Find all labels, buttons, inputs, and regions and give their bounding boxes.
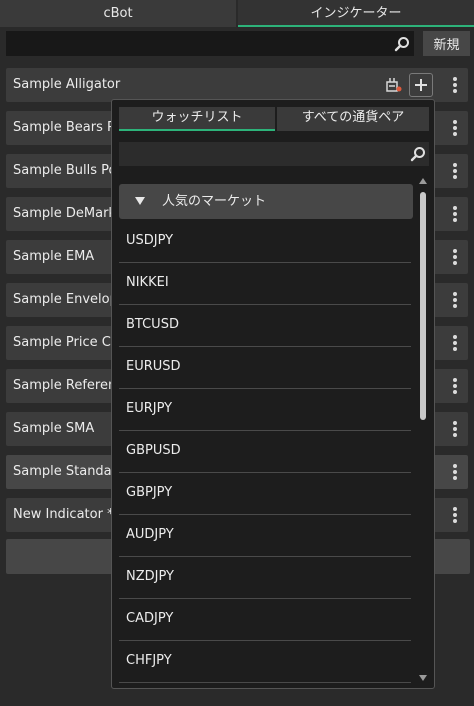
indicator-label: Sample Price Ch (13, 335, 120, 350)
symbol-label: USDJPY (126, 233, 174, 248)
top-tabs: cBot インジケーター (0, 0, 474, 27)
symbol-label: GBPUSD (126, 443, 181, 458)
symbol-label: CHFJPY (126, 653, 172, 668)
search-icon[interactable] (394, 36, 410, 52)
more-vert-icon[interactable] (451, 378, 459, 394)
tab-indicators[interactable]: インジケーター (238, 0, 474, 27)
symbol-row[interactable]: AUDJPY (119, 515, 411, 557)
indicator-label: New Indicator * (13, 507, 114, 522)
triangle-down-icon (135, 197, 145, 205)
symbol-row[interactable]: CADJPY (119, 599, 411, 641)
indicator-label: Sample Envelope (13, 292, 126, 307)
symbol-row[interactable]: NIKKEI (119, 263, 411, 305)
more-vert-icon[interactable] (451, 335, 459, 351)
more-vert-icon[interactable] (451, 421, 459, 437)
symbol-row[interactable]: NZDJPY (119, 557, 411, 599)
indicator-label: Sample Bulls Po (13, 163, 117, 178)
scroll-down-icon[interactable] (419, 675, 427, 681)
watchlist-group-header[interactable]: 人気のマーケット (119, 184, 413, 219)
symbol-picker-popup: ウォッチリスト すべての通貨ペア 人気のマーケット USDJPY NIKKEI … (111, 99, 435, 689)
symbol-label: GBPJPY (126, 485, 173, 500)
symbol-label: NZDJPY (126, 569, 174, 584)
symbol-label: BTCUSD (126, 317, 179, 332)
scroll-up-icon[interactable] (419, 178, 427, 184)
tab-all-pairs[interactable]: すべての通貨ペア (277, 107, 429, 131)
more-vert-icon[interactable] (451, 163, 459, 179)
symbol-row[interactable]: EURUSD (119, 347, 411, 389)
tab-cbot[interactable]: cBot (0, 0, 236, 27)
search-input[interactable] (6, 31, 414, 56)
symbol-row[interactable]: CHFJPY (119, 641, 411, 683)
popup-scrollbar[interactable] (417, 178, 429, 686)
scrollbar-thumb[interactable] (420, 192, 426, 420)
symbol-label: CADJPY (126, 611, 174, 626)
bot-icon[interactable] (386, 77, 402, 93)
symbol-row[interactable]: GBPUSD (119, 431, 411, 473)
symbol-label: AUDJPY (126, 527, 174, 542)
more-vert-icon[interactable] (451, 77, 459, 93)
indicator-label: Sample DeMarke (13, 206, 124, 221)
indicator-row[interactable]: Sample Alligator (6, 68, 468, 102)
symbol-row[interactable]: USDJPY (119, 221, 411, 263)
more-vert-icon[interactable] (451, 507, 459, 523)
more-vert-icon[interactable] (451, 206, 459, 222)
indicator-label: Sample Alligator (13, 77, 121, 92)
symbol-label: EURJPY (126, 401, 173, 416)
more-vert-icon[interactable] (451, 292, 459, 308)
symbol-label: EURUSD (126, 359, 181, 374)
indicator-label: Sample EMA (13, 249, 95, 264)
indicator-label: Sample Bears Po (13, 120, 123, 135)
new-button[interactable]: 新規 (423, 31, 470, 56)
symbol-row[interactable]: EURJPY (119, 389, 411, 431)
symbol-search-input[interactable] (119, 142, 429, 166)
symbol-label: NIKKEI (126, 275, 169, 290)
group-label: 人気のマーケット (162, 194, 267, 209)
indicator-label: Sample Standard (13, 464, 126, 479)
add-instance-button[interactable] (409, 73, 433, 97)
search-icon[interactable] (410, 146, 426, 162)
indicator-label: Sample SMA (13, 421, 95, 436)
more-vert-icon[interactable] (451, 249, 459, 265)
search-row: 新規 (6, 31, 470, 56)
popup-tabs: ウォッチリスト すべての通貨ペア (119, 107, 429, 131)
tab-watchlist[interactable]: ウォッチリスト (119, 107, 275, 131)
symbol-row[interactable]: GBPJPY (119, 473, 411, 515)
more-vert-icon[interactable] (451, 464, 459, 480)
symbol-row[interactable]: BTCUSD (119, 305, 411, 347)
more-vert-icon[interactable] (451, 120, 459, 136)
indicator-label: Sample Referenc (13, 378, 124, 393)
